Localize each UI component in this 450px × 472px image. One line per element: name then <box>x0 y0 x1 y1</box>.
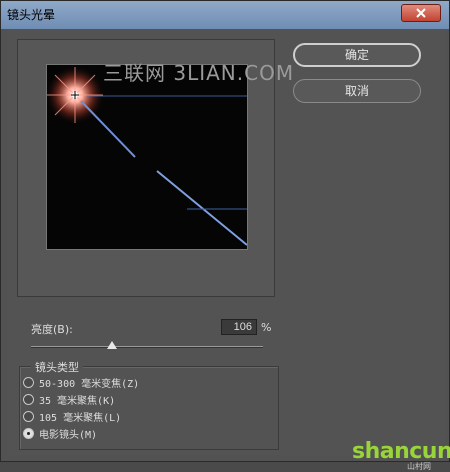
radio-button-selected[interactable] <box>23 427 34 439</box>
lens-option-label: 50-300 毫米变焦(Z) <box>39 378 140 390</box>
shancun-logo-sub: 山村网 <box>407 462 431 471</box>
brightness-label: 亮度(B): <box>31 323 73 336</box>
title-bar[interactable]: 镜头光晕 <box>1 1 449 29</box>
dialog-content: 三联网 3LIAN.COM 确定 取消 亮度(B): % 镜头类型 50-300… <box>7 29 450 471</box>
radio-button[interactable] <box>23 410 34 422</box>
close-button[interactable] <box>401 4 441 22</box>
lens-option-movie[interactable]: 电影镜头(M) <box>23 425 97 441</box>
brightness-input[interactable] <box>221 319 257 335</box>
radio-button[interactable] <box>23 393 34 405</box>
lens-option-label: 105 毫米聚焦(L) <box>39 412 122 424</box>
brightness-slider-track[interactable] <box>31 346 263 348</box>
cancel-button[interactable]: 取消 <box>293 79 421 103</box>
close-icon <box>416 8 426 18</box>
dialog-title: 镜头光晕 <box>7 8 56 22</box>
lens-option-label: 电影镜头(M) <box>39 429 98 441</box>
lens-flare-dialog: 镜头光晕 三联网 3LIAN.COM 确定 取消 亮度(B): 106 % 镜头… <box>0 0 450 471</box>
flare-preview[interactable] <box>46 64 248 250</box>
shancun-logo: shancun <box>352 439 450 464</box>
lens-option-label: 35 毫米聚焦(K) <box>39 395 116 407</box>
radio-button[interactable] <box>23 376 34 388</box>
lens-type-title: 镜头类型 <box>31 359 83 375</box>
ok-button[interactable]: 确定 <box>293 43 421 67</box>
percent-unit: % <box>261 321 272 334</box>
lens-option-50-300[interactable]: 50-300 毫米变焦(Z) <box>23 374 139 390</box>
flare-preview-image <box>47 65 247 246</box>
watermark-text: 三联网 3LIAN.COM <box>103 61 295 85</box>
lens-option-105[interactable]: 105 毫米聚焦(L) <box>23 408 121 424</box>
lens-option-35[interactable]: 35 毫米聚焦(K) <box>23 391 115 407</box>
brightness-slider-thumb[interactable] <box>107 341 118 349</box>
